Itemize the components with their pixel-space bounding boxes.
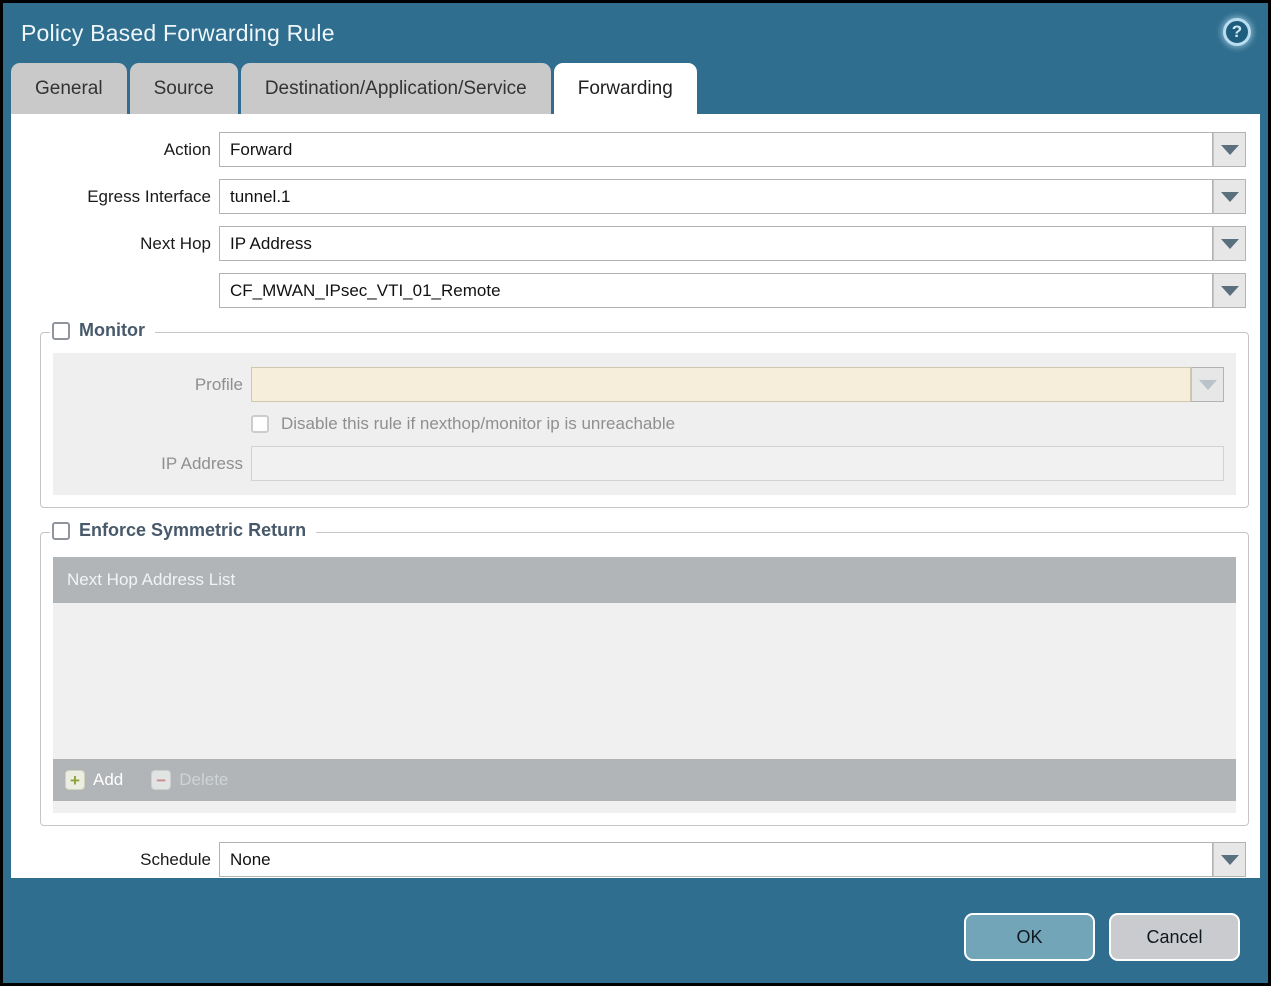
symmetric-return-checkbox[interactable] <box>52 521 70 540</box>
monitor-legend-label: Monitor <box>79 320 145 340</box>
profile-input <box>251 367 1191 402</box>
action-dropdown-button[interactable] <box>1213 132 1246 167</box>
profile-row: Profile <box>53 367 1230 402</box>
symmetric-return-fieldset: Enforce Symmetric Return Next Hop Addres… <box>40 520 1249 826</box>
symmetric-return-legend: Enforce Symmetric Return <box>50 520 317 541</box>
pbf-rule-dialog: Policy Based Forwarding Rule ? General S… <box>0 0 1271 986</box>
chevron-down-icon <box>1198 379 1217 390</box>
chevron-down-icon <box>1220 238 1239 249</box>
monitor-checkbox[interactable] <box>52 321 70 340</box>
monitor-panel: Profile Disable this rule if nexthop/mon… <box>53 353 1236 495</box>
delete-button: − Delete <box>151 770 228 790</box>
schedule-input[interactable] <box>219 842 1213 877</box>
chevron-down-icon <box>1220 144 1239 155</box>
egress-interface-label: Egress Interface <box>87 186 211 206</box>
next-hop-type-input[interactable] <box>219 226 1213 261</box>
tab-bar: General Source Destination/Application/S… <box>11 63 1268 114</box>
tab-forwarding[interactable]: Forwarding <box>553 63 697 114</box>
tab-general[interactable]: General <box>11 63 127 114</box>
egress-interface-dropdown-button[interactable] <box>1213 179 1246 214</box>
ok-button[interactable]: OK <box>964 913 1095 961</box>
monitor-ip-address-input <box>251 446 1224 481</box>
table-header-label: Next Hop Address List <box>67 570 236 589</box>
table-footer-strip <box>53 801 1236 813</box>
symmetric-return-legend-label: Enforce Symmetric Return <box>79 520 307 540</box>
monitor-ip-address-label: IP Address <box>161 453 243 473</box>
next-hop-row: Next Hop <box>11 226 1260 261</box>
title-bar: Policy Based Forwarding Rule <box>3 3 1268 63</box>
chevron-down-icon <box>1220 285 1239 296</box>
forwarding-tab-panel: Action Egress Interface Next Hop <box>11 114 1260 878</box>
monitor-ip-address-row: IP Address <box>53 446 1230 481</box>
disable-rule-label: Disable this rule if nexthop/monitor ip … <box>281 414 676 433</box>
disable-rule-row: Disable this rule if nexthop/monitor ip … <box>251 414 1230 434</box>
next-hop-label: Next Hop <box>140 233 211 253</box>
dialog-footer: OK Cancel <box>3 883 1268 983</box>
add-button-label: Add <box>93 770 124 789</box>
next-hop-address-row <box>11 273 1260 308</box>
action-row: Action <box>11 132 1260 167</box>
next-hop-address-input[interactable] <box>219 273 1213 308</box>
chevron-down-icon <box>1220 191 1239 202</box>
help-glyph: ? <box>1231 22 1243 41</box>
tab-source[interactable]: Source <box>129 63 238 114</box>
cancel-button[interactable]: Cancel <box>1109 913 1240 961</box>
table-header: Next Hop Address List <box>53 557 1236 603</box>
profile-dropdown-button <box>1191 367 1224 402</box>
tab-destination-label: Destination/Application/Service <box>264 77 527 99</box>
table-body[interactable] <box>53 603 1236 759</box>
next-hop-address-dropdown-button[interactable] <box>1213 273 1246 308</box>
cancel-button-label: Cancel <box>1146 926 1203 947</box>
tab-forwarding-label: Forwarding <box>577 77 673 99</box>
next-hop-address-table: Next Hop Address List + Add − Delete <box>53 557 1236 813</box>
monitor-legend: Monitor <box>50 320 155 341</box>
tab-source-label: Source <box>153 77 214 99</box>
add-button[interactable]: + Add <box>65 770 123 790</box>
egress-interface-input[interactable] <box>219 179 1213 214</box>
monitor-fieldset: Monitor Profile Disable this rule if nex… <box>40 320 1249 508</box>
minus-icon: − <box>151 770 172 790</box>
action-input[interactable] <box>219 132 1213 167</box>
profile-label: Profile <box>194 374 243 394</box>
delete-button-label: Delete <box>179 770 229 789</box>
next-hop-type-dropdown-button[interactable] <box>1213 226 1246 261</box>
dialog-title: Policy Based Forwarding Rule <box>21 19 335 46</box>
help-icon[interactable]: ? <box>1223 18 1251 46</box>
schedule-label: Schedule <box>140 849 211 869</box>
tab-destination-application-service[interactable]: Destination/Application/Service <box>240 63 551 114</box>
schedule-row: Schedule <box>11 842 1260 877</box>
table-toolbar: + Add − Delete <box>53 759 1236 801</box>
chevron-down-icon <box>1220 854 1239 865</box>
schedule-dropdown-button[interactable] <box>1213 842 1246 877</box>
action-label: Action <box>163 139 211 159</box>
tab-general-label: General <box>35 77 103 99</box>
ok-button-label: OK <box>1016 926 1043 947</box>
plus-icon: + <box>65 770 85 790</box>
disable-rule-checkbox <box>251 415 269 433</box>
egress-interface-row: Egress Interface <box>11 179 1260 214</box>
